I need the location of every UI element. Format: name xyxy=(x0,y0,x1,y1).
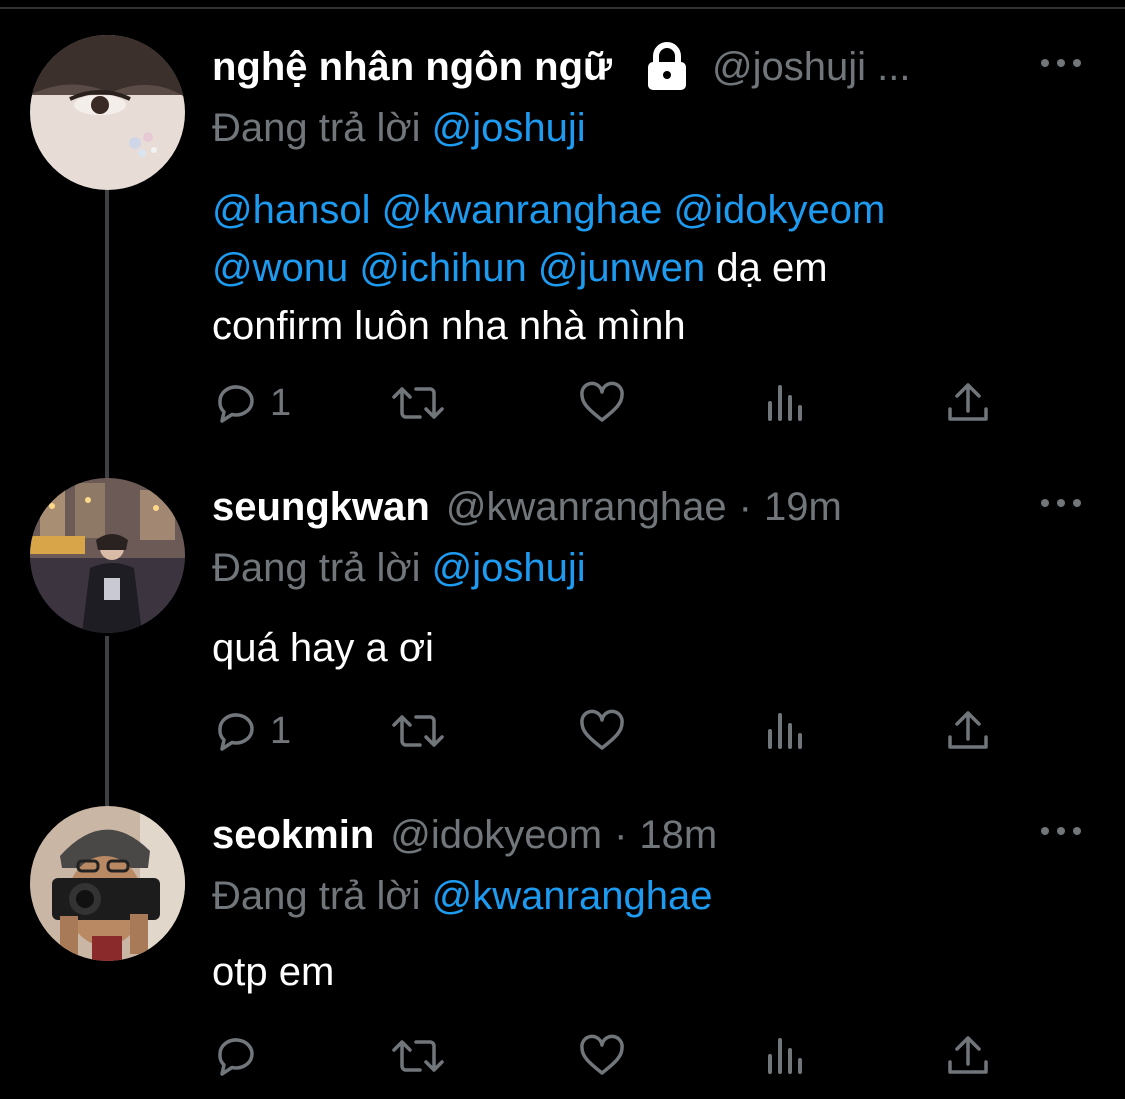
share-icon xyxy=(948,1036,988,1074)
handle[interactable]: @idokyeom xyxy=(390,803,602,867)
share-icon xyxy=(948,711,988,749)
display-name[interactable]: seungkwan xyxy=(212,475,430,539)
avatar[interactable] xyxy=(30,478,185,633)
replying-prefix: Đang trả lời xyxy=(212,874,421,918)
thread-line xyxy=(105,636,109,806)
replying-prefix: Đang trả lời xyxy=(212,546,421,590)
display-name[interactable]: seokmin xyxy=(212,803,374,867)
heart-icon xyxy=(580,709,624,750)
replying-mention[interactable]: @joshuji xyxy=(432,106,586,150)
mention-link[interactable]: @ichihun xyxy=(359,246,526,290)
mention-link[interactable]: @kwanranghae xyxy=(382,188,663,232)
replying-mention[interactable]: @kwanranghae xyxy=(432,874,713,918)
replying-to: Đang trả lời @joshuji xyxy=(212,99,1085,157)
avatar-camera-selfie-image xyxy=(30,806,185,961)
tweet-actions xyxy=(212,1026,1002,1086)
views-button[interactable] xyxy=(762,1026,810,1086)
tweet-text: otp em xyxy=(212,950,335,994)
tweet-actions: 1 xyxy=(212,373,1002,433)
reply-button[interactable]: 1 xyxy=(212,373,291,433)
tweet-text-part: dạ em xyxy=(716,246,828,290)
handle[interactable]: @joshuji ... xyxy=(712,35,910,99)
share-icon xyxy=(948,383,988,421)
mention-link[interactable]: @hansol xyxy=(212,188,370,232)
like-button[interactable] xyxy=(578,1026,626,1086)
avatar[interactable] xyxy=(30,806,185,961)
reply-count: 1 xyxy=(270,381,292,424)
views-icon xyxy=(768,713,802,749)
like-button[interactable] xyxy=(578,373,626,433)
tweet-text-part: confirm luôn nha nhà mình xyxy=(212,304,686,348)
retweet-icon xyxy=(392,715,444,747)
reply-icon xyxy=(218,385,254,423)
mention-link[interactable]: @junwen xyxy=(538,246,705,290)
lock-icon xyxy=(648,42,686,90)
like-button[interactable] xyxy=(578,701,626,761)
mention-link[interactable]: @wonu xyxy=(212,246,348,290)
views-icon xyxy=(768,385,802,421)
separator: · xyxy=(738,485,752,529)
more-icon[interactable] xyxy=(1037,483,1085,523)
separator: · xyxy=(614,813,628,857)
replying-prefix: Đang trả lời xyxy=(212,106,421,150)
reply-button[interactable] xyxy=(212,1026,270,1086)
tweet-text: quá hay a ơi xyxy=(212,626,434,670)
share-button[interactable] xyxy=(944,373,992,433)
views-button[interactable] xyxy=(762,373,810,433)
thread-line xyxy=(105,190,109,478)
heart-icon xyxy=(580,381,624,422)
reply-icon xyxy=(218,1038,254,1076)
retweet-button[interactable] xyxy=(390,1026,446,1086)
replying-mention[interactable]: @joshuji xyxy=(432,546,586,590)
share-button[interactable] xyxy=(944,701,992,761)
timestamp[interactable]: 19m xyxy=(764,475,842,539)
views-icon xyxy=(768,1038,802,1074)
top-divider xyxy=(0,7,1125,9)
retweet-button[interactable] xyxy=(390,701,446,761)
tweet-text: @hansol @kwanranghae @idokyeom @wonu @ic… xyxy=(212,181,1085,355)
tweet-actions: 1 xyxy=(212,701,1002,761)
display-name[interactable]: nghệ nhân ngôn ngữ xyxy=(212,35,612,99)
replying-to: Đang trả lời @joshuji xyxy=(212,539,1085,597)
mention-link[interactable]: @idokyeom xyxy=(674,188,886,232)
retweet-button[interactable] xyxy=(390,373,446,433)
reply-icon xyxy=(218,713,254,751)
avatar-night-city-image xyxy=(30,478,185,633)
views-button[interactable] xyxy=(762,701,810,761)
retweet-icon xyxy=(392,387,444,419)
share-button[interactable] xyxy=(944,1026,992,1086)
handle[interactable]: @kwanranghae xyxy=(446,475,727,539)
avatar[interactable] xyxy=(30,35,185,190)
avatar-eye-closeup-image xyxy=(30,35,185,190)
replying-to: Đang trả lời @kwanranghae xyxy=(212,867,1085,925)
reply-button[interactable]: 1 xyxy=(212,701,291,761)
retweet-icon xyxy=(392,1040,444,1072)
timestamp[interactable]: 18m xyxy=(639,803,717,867)
reply-count: 1 xyxy=(270,709,292,752)
more-icon[interactable] xyxy=(1037,43,1085,83)
heart-icon xyxy=(580,1034,624,1075)
more-icon[interactable] xyxy=(1037,811,1085,851)
